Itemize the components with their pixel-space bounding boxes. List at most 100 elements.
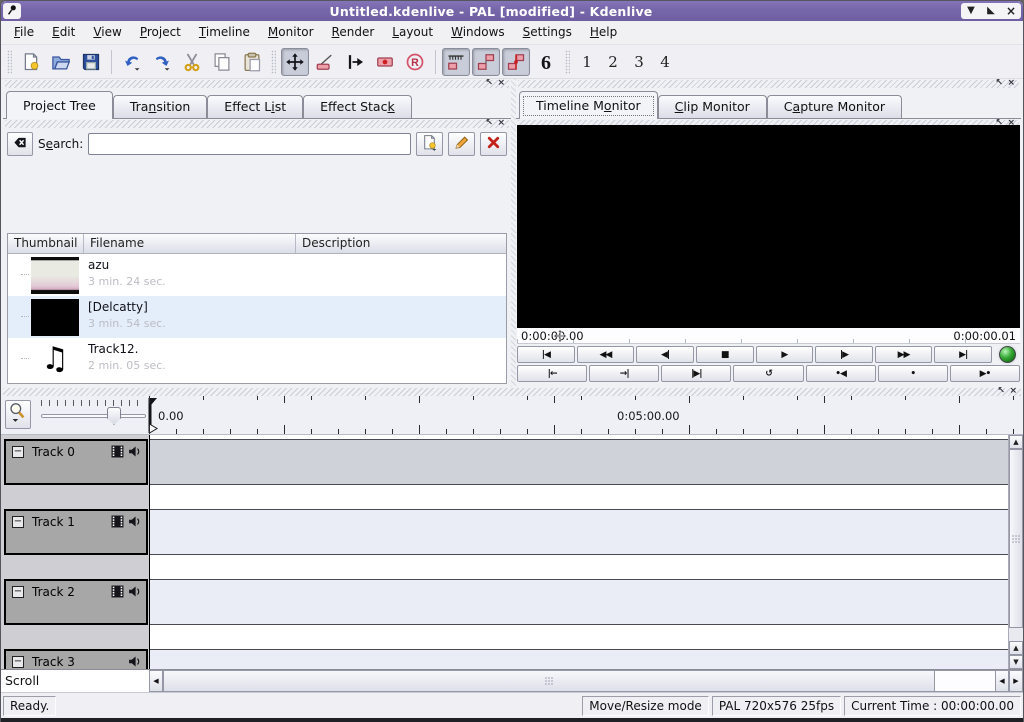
monitor-dock-handle[interactable]: ↖ × (518, 80, 1019, 88)
project-inner-dock-handle[interactable]: ↖ × (5, 120, 509, 128)
tab-transition[interactable]: Transition (113, 95, 207, 118)
collapse-track-button[interactable]: − (12, 586, 24, 598)
speaker-icon[interactable] (128, 585, 141, 601)
zoom-slider-handle[interactable] (107, 407, 121, 425)
cut-button[interactable] (178, 48, 206, 76)
collapse-track-button[interactable]: − (12, 656, 24, 668)
timecode-format-1-button[interactable]: 1 (575, 48, 599, 76)
project-dock-handle[interactable]: ↖ × (5, 80, 509, 88)
column-header-thumbnail[interactable]: Thumbnail (8, 234, 84, 253)
close-panel-icon[interactable]: × (497, 78, 505, 88)
spacer-tool-button[interactable] (341, 48, 369, 76)
tab-clip-monitor[interactable]: Clip Monitor (658, 95, 767, 118)
scroll-left-button-2[interactable]: ◀ (995, 670, 1009, 692)
rewind-button[interactable]: ◀◀ (577, 346, 635, 363)
menu-view[interactable]: View (84, 21, 130, 44)
track-lane-track-3[interactable] (150, 649, 1008, 669)
close-panel-icon[interactable]: × (1007, 78, 1015, 88)
timeline-zoom-button[interactable] (5, 400, 31, 429)
menu-timeline[interactable]: Timeline (190, 21, 259, 44)
track-header-track-1[interactable]: −Track 1 (4, 509, 148, 555)
zone-start-button[interactable]: |← (517, 365, 587, 382)
menu-layout[interactable]: Layout (383, 21, 442, 44)
scroll-left-button[interactable]: ◀ (149, 670, 163, 692)
frame-forward-button[interactable]: |▶ (815, 346, 873, 363)
clip-row-azu[interactable]: azu3 min. 24 sec. (8, 254, 506, 296)
timecode-format-4-button[interactable]: 4 (653, 48, 677, 76)
film-icon[interactable] (111, 585, 124, 601)
timeline-dock-handle[interactable]: ↖ × (3, 388, 1021, 396)
float-panel-icon[interactable]: ↖ (997, 386, 1005, 396)
edit-clip-button[interactable] (448, 132, 475, 156)
horizontal-scroll-thumb[interactable] (163, 670, 935, 692)
record-button[interactable]: • (878, 365, 948, 382)
menu-settings[interactable]: Settings (514, 21, 581, 44)
horn-button[interactable]: 6 (532, 48, 560, 76)
collapse-track-button[interactable]: − (12, 516, 24, 528)
stop-button[interactable]: ■ (696, 346, 754, 363)
tab-timeline-monitor[interactable]: Timeline Monitor (519, 91, 658, 119)
fast-forward-button[interactable]: ▶▶ (875, 346, 933, 363)
track-lanes[interactable] (149, 435, 1008, 669)
speaker-icon[interactable] (128, 445, 141, 461)
paste-button[interactable] (238, 48, 266, 76)
scroll-down-button[interactable]: ▼ (1009, 655, 1023, 669)
new-file-button[interactable] (17, 48, 45, 76)
scroll-up-button[interactable]: ▲ (1009, 435, 1023, 449)
vertical-scroll-thumb[interactable] (1009, 449, 1023, 628)
column-header-filename[interactable]: Filename (84, 234, 296, 253)
horizontal-scroll-track[interactable] (935, 670, 995, 692)
frame-back-button[interactable]: ◀| (636, 346, 694, 363)
razor-tool-button[interactable] (311, 48, 339, 76)
copy-button[interactable] (208, 48, 236, 76)
track-header-track-2[interactable]: −Track 2 (4, 579, 148, 625)
snap-to-ruler-button[interactable] (442, 48, 470, 76)
close-button[interactable]: × (1001, 3, 1021, 19)
menu-edit[interactable]: Edit (43, 21, 84, 44)
timeline-vertical-scrollbar[interactable]: ▲ ▲ ▼ (1008, 435, 1023, 669)
track-lane-track-1[interactable] (150, 509, 1008, 555)
track-lane-track-0[interactable] (150, 439, 1008, 485)
track-header-track-0[interactable]: −Track 0 (4, 439, 148, 485)
tab-effect-stack[interactable]: Effect Stack (303, 95, 412, 118)
monitor-ruler[interactable]: 0:00:00.00 0:00:00.01 (517, 328, 1020, 344)
clip-row-track12[interactable]: ♫Track12.2 min. 05 sec. (8, 338, 506, 380)
search-input[interactable] (88, 133, 411, 155)
track-lane-track-2[interactable] (150, 579, 1008, 625)
menu-render[interactable]: Render (323, 21, 384, 44)
speaker-icon[interactable] (128, 655, 141, 669)
toolbar-handle[interactable] (271, 50, 276, 74)
record-button[interactable]: R (401, 48, 429, 76)
marker-button[interactable] (371, 48, 399, 76)
clip-row-delcatty[interactable]: [Delcatty]3 min. 54 sec. (8, 296, 506, 338)
timeline-ruler[interactable]: 0.00 0:05:00.00 (149, 396, 1023, 434)
menu-help[interactable]: Help (581, 21, 626, 44)
zone-end-button[interactable]: →| (589, 365, 659, 382)
clear-search-button[interactable] (7, 132, 33, 156)
snap-to-marker-button[interactable] (502, 48, 530, 76)
delete-clip-button[interactable] (480, 132, 507, 156)
tab-project-tree[interactable]: Project Tree (6, 91, 113, 119)
close-panel-icon[interactable]: × (1009, 386, 1017, 396)
open-file-button[interactable] (47, 48, 75, 76)
undo-button[interactable] (118, 48, 146, 76)
track-header-track-3[interactable]: −Track 3 (4, 649, 148, 669)
move-tool-button[interactable] (281, 48, 309, 76)
close-panel-icon[interactable]: × (497, 118, 505, 128)
redo-button[interactable] (148, 48, 176, 76)
scroll-right-button[interactable]: ▶ (1009, 670, 1023, 692)
play-zone-button[interactable]: |▶| (661, 365, 731, 382)
play-forward-button[interactable]: ▶• (950, 365, 1020, 382)
menu-monitor[interactable]: Monitor (259, 21, 323, 44)
zoom-slider[interactable] (41, 414, 146, 418)
monitor-status-led[interactable] (994, 346, 1020, 363)
snap-to-clip-button[interactable] (472, 48, 500, 76)
speaker-icon[interactable] (128, 515, 141, 531)
go-to-start-button[interactable]: |◀ (517, 346, 575, 363)
loop-zone-button[interactable]: ↺ (733, 365, 803, 382)
save-button[interactable] (77, 48, 105, 76)
toolbar-handle[interactable] (7, 50, 12, 74)
film-icon[interactable] (111, 445, 124, 461)
timecode-format-2-button[interactable]: 2 (601, 48, 625, 76)
play-button[interactable]: ▶ (756, 346, 814, 363)
